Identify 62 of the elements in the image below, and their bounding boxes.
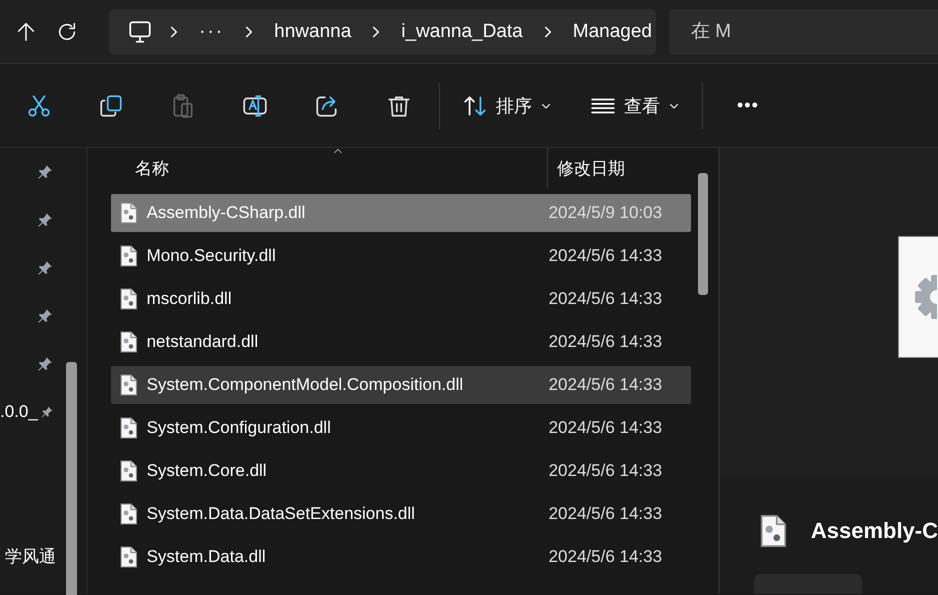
file-name: System.ComponentModel.Composition.dll <box>146 375 464 395</box>
settings-file-icon <box>120 331 138 353</box>
file-name: System.Configuration.dll <box>146 418 332 438</box>
file-name: Assembly-CSharp.dll <box>146 203 306 223</box>
modified-date: 2024/5/6 14:33 <box>548 375 662 395</box>
pin-icon <box>36 163 54 181</box>
scissors-icon <box>26 92 52 118</box>
file-name: System.Data.DataSetExtensions.dll <box>146 504 416 524</box>
pin-icon <box>36 211 54 229</box>
column-header[interactable]: 修改日期 <box>557 156 625 180</box>
pin-icon <box>36 259 54 277</box>
breadcrumb-item[interactable]: i_wanna_Data <box>397 20 527 42</box>
sort-menu-button[interactable]: 排序 <box>454 86 560 124</box>
column-header[interactable]: 名称 <box>135 156 547 180</box>
more-locations-button[interactable]: ··· <box>195 20 228 42</box>
settings-file-icon <box>120 245 138 267</box>
pin-icon <box>36 355 54 373</box>
file-row[interactable]: System.Data.DataSetExtensions.dll 2024/5/6 14:33 <box>111 495 691 533</box>
file-name: mscorlib.dll <box>146 289 233 309</box>
modified-date: 2024/5/6 14:33 <box>548 504 662 524</box>
modified-date: 2024/5/9 10:03 <box>548 203 662 223</box>
file-name: Mono.Security.dll <box>146 246 277 266</box>
settings-file-icon <box>120 546 138 568</box>
copy-icon <box>98 92 124 118</box>
modified-date: 2024/5/6 14:33 <box>548 246 662 266</box>
file-row[interactable]: netstandard.dll 2024/5/6 14:33 <box>111 323 691 361</box>
file-row[interactable]: mscorlib.dll 2024/5/6 14:33 <box>111 280 691 318</box>
details-title: Assembly-C <box>810 518 938 544</box>
monitor-icon <box>127 18 154 44</box>
file-row[interactable]: System.Data.dll 2024/5/6 14:33 <box>111 538 691 576</box>
settings-file-icon <box>120 417 138 439</box>
nav-item-label[interactable]: .0.0_ <box>0 402 38 422</box>
search-field[interactable]: 在 M <box>668 8 938 54</box>
file-row[interactable]: System.Configuration.dll 2024/5/6 14:33 <box>111 409 691 447</box>
modified-date: 2024/5/6 14:33 <box>548 418 662 438</box>
rename-icon <box>242 92 268 118</box>
scrollbar-thumb[interactable] <box>698 173 708 295</box>
settings-file-icon <box>760 512 787 550</box>
modified-date: 2024/5/6 14:33 <box>548 289 662 309</box>
file-name: System.Core.dll <box>146 461 268 481</box>
settings-file-icon <box>120 202 138 224</box>
pin-icon <box>36 307 54 325</box>
view-menu-button[interactable]: 查看 <box>582 86 688 124</box>
settings-file-icon <box>120 374 138 396</box>
settings-file-icon <box>120 288 138 310</box>
file-row[interactable]: Assembly-CSharp.dll 2024/5/9 10:03 <box>111 194 691 232</box>
file-row[interactable]: Mono.Security.dll 2024/5/6 14:33 <box>111 237 691 275</box>
nav-item-label[interactable]: 学风通 <box>5 544 56 568</box>
file-row[interactable]: System.ComponentModel.Composition.dll 2024/5/6 14:33 <box>111 366 691 404</box>
settings-file-icon <box>120 503 138 525</box>
modified-date: 2024/5/6 14:33 <box>548 547 662 567</box>
breadcrumb-item[interactable]: Managed <box>568 20 656 42</box>
settings-file-icon <box>120 460 138 482</box>
more-button[interactable]: ••• <box>727 89 769 122</box>
modified-date: 2024/5/6 14:33 <box>548 461 662 481</box>
file-row[interactable]: System.Core.dll 2024/5/6 14:33 <box>111 452 691 490</box>
modified-date: 2024/5/6 14:33 <box>548 332 662 352</box>
breadcrumb-item[interactable]: hnwanna <box>270 20 356 42</box>
file-name: System.Data.dll <box>146 547 267 567</box>
scrollbar-thumb[interactable] <box>66 362 77 595</box>
file-name: netstandard.dll <box>146 332 260 352</box>
address-bar[interactable]: ··· hnwanna i_wanna_Data Managed <box>109 8 656 54</box>
